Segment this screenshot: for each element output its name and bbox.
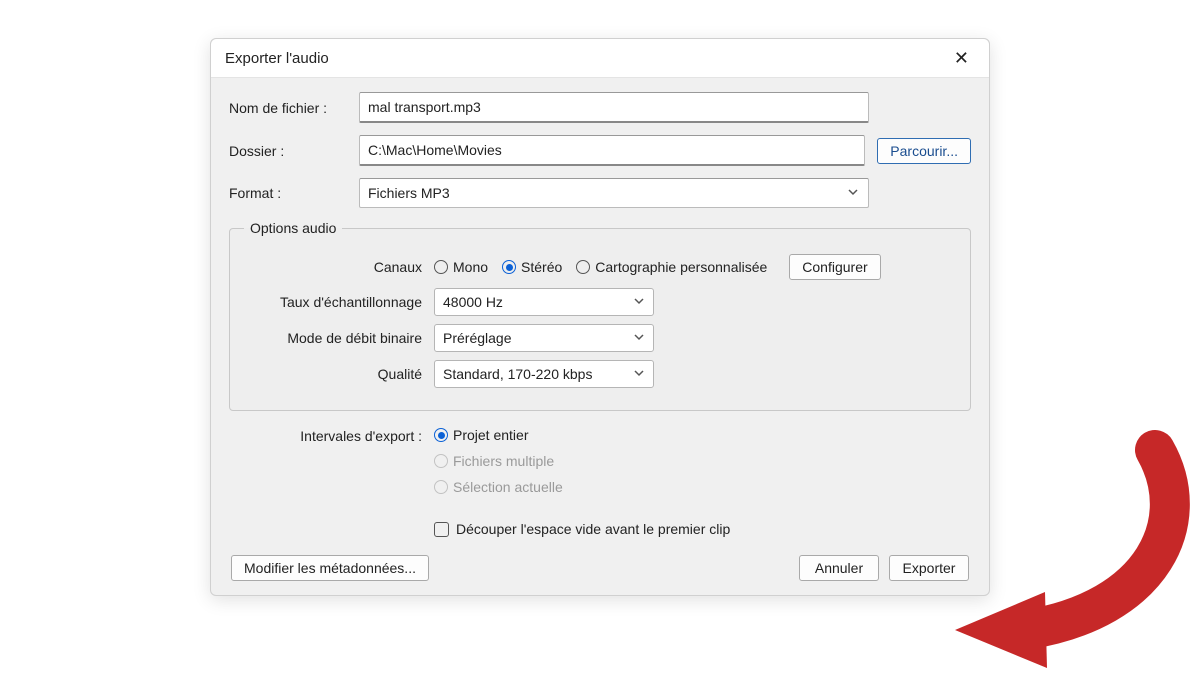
bitrate-mode-label: Mode de débit binaire: [244, 330, 434, 346]
quality-select[interactable]: Standard, 170-220 kbps: [434, 360, 654, 388]
channel-mono-radio[interactable]: Mono: [434, 259, 488, 275]
filename-input[interactable]: mal transport.mp3: [359, 92, 869, 123]
quality-value: Standard, 170-220 kbps: [443, 366, 592, 382]
channel-mono-label: Mono: [453, 259, 488, 275]
channel-stereo-label: Stéréo: [521, 259, 562, 275]
configure-button[interactable]: Configurer: [789, 254, 880, 280]
format-label: Format :: [229, 185, 359, 201]
range-multi-radio: Fichiers multiple: [434, 453, 716, 469]
channels-label: Canaux: [244, 259, 434, 275]
channel-stereo-radio[interactable]: Stéréo: [502, 259, 562, 275]
audio-options-group: Options audio Canaux Mono Stéréo Cartogr…: [229, 220, 971, 411]
sample-rate-select[interactable]: 48000 Hz: [434, 288, 654, 316]
folder-input[interactable]: C:\Mac\Home\Movies: [359, 135, 865, 166]
chevron-down-icon: [633, 294, 645, 310]
range-selection-radio: Sélection actuelle: [434, 479, 716, 495]
titlebar: Exporter l'audio ✕: [211, 39, 989, 78]
range-full-label: Projet entier: [453, 427, 528, 443]
folder-label: Dossier :: [229, 143, 359, 159]
channel-custom-label: Cartographie personnalisée: [595, 259, 767, 275]
quality-label: Qualité: [244, 366, 434, 382]
bitrate-mode-select[interactable]: Préréglage: [434, 324, 654, 352]
browse-button[interactable]: Parcourir...: [877, 138, 971, 164]
format-select[interactable]: Fichiers MP3: [359, 178, 869, 208]
audio-options-legend: Options audio: [244, 220, 342, 236]
export-range-label: Intervales d'export :: [229, 427, 434, 537]
chevron-down-icon: [633, 366, 645, 382]
sample-rate-value: 48000 Hz: [443, 294, 503, 310]
sample-rate-label: Taux d'échantillonnage: [244, 294, 434, 310]
channel-custom-radio[interactable]: Cartographie personnalisée: [576, 259, 767, 275]
annotation-arrow: [935, 430, 1195, 673]
range-selection-label: Sélection actuelle: [453, 479, 563, 495]
edit-metadata-button[interactable]: Modifier les métadonnées...: [231, 555, 429, 581]
trim-label: Découper l'espace vide avant le premier …: [456, 521, 730, 537]
filename-label: Nom de fichier :: [229, 100, 359, 116]
export-audio-dialog: Exporter l'audio ✕ Nom de fichier : mal …: [210, 38, 990, 596]
close-icon[interactable]: ✕: [946, 45, 977, 71]
trim-checkbox[interactable]: Découper l'espace vide avant le premier …: [434, 521, 730, 537]
range-multi-label: Fichiers multiple: [453, 453, 554, 469]
bitrate-mode-value: Préréglage: [443, 330, 512, 346]
dialog-title: Exporter l'audio: [225, 50, 329, 67]
chevron-down-icon: [633, 330, 645, 346]
range-full-radio[interactable]: Projet entier: [434, 427, 716, 443]
cancel-button[interactable]: Annuler: [799, 555, 879, 581]
